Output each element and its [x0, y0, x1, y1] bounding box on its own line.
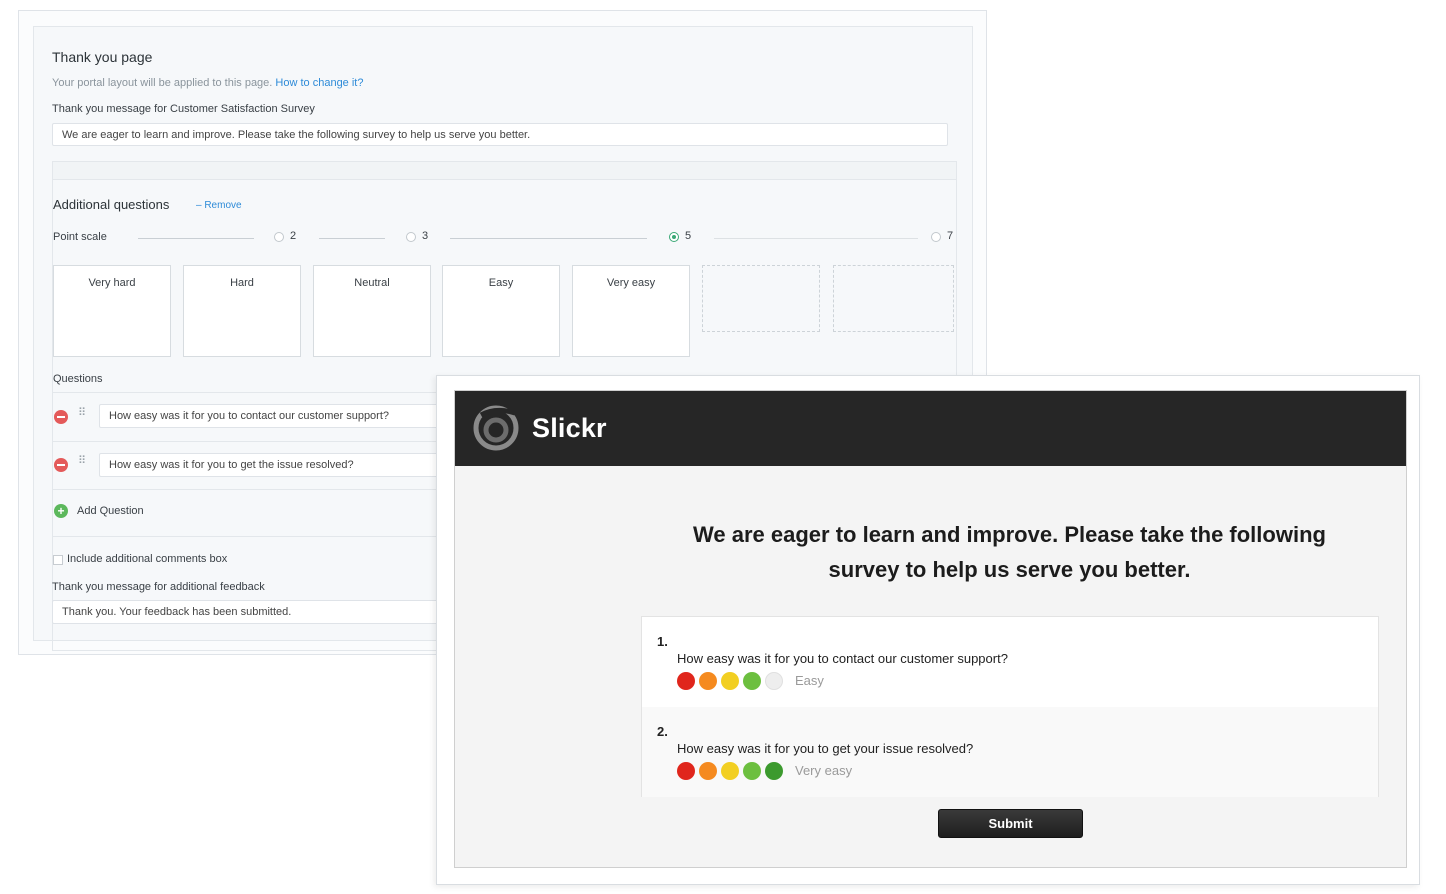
- submit-button[interactable]: Submit: [938, 809, 1083, 838]
- scale-card-very-easy[interactable]: Very easy: [572, 265, 690, 357]
- scale-option-2: 2: [290, 230, 297, 242]
- scale-radio-2[interactable]: [274, 232, 284, 242]
- portal-hint-text: Your portal layout will be applied to th…: [52, 77, 273, 89]
- page-title: Thank you page: [52, 49, 153, 65]
- question-number-1: 1.: [657, 634, 668, 649]
- question-field-1[interactable]: How easy was it for you to contact our c…: [99, 404, 459, 428]
- rating-dot-3[interactable]: [721, 762, 739, 780]
- rating-label-1: Easy: [795, 673, 824, 688]
- row-divider: [53, 392, 453, 393]
- remove-question-icon[interactable]: [54, 410, 68, 424]
- message-label: Thank you message for Customer Satisfact…: [52, 103, 315, 115]
- scale-option-3: 3: [422, 230, 429, 242]
- feedback-message-field[interactable]: Thank you. Your feedback has been submit…: [52, 600, 462, 624]
- add-question-icon[interactable]: +: [54, 504, 68, 518]
- scale-radio-5[interactable]: [669, 232, 679, 242]
- scale-card-hard[interactable]: Hard: [183, 265, 301, 357]
- survey-preview-window: Slickr We are eager to learn and improve…: [436, 375, 1420, 885]
- survey-questions-card: 1. How easy was it for you to contact ou…: [641, 616, 1379, 797]
- drag-handle-icon[interactable]: ⠿: [78, 456, 86, 467]
- scale-option-5: 5: [685, 230, 692, 242]
- rating-label-2: Very easy: [795, 763, 853, 778]
- scale-card-easy[interactable]: Easy: [442, 265, 560, 357]
- question-text-1: How easy was it for you to contact our c…: [677, 651, 1008, 666]
- question-field-2[interactable]: How easy was it for you to get the issue…: [99, 453, 459, 477]
- scale-track: [138, 238, 254, 239]
- slickr-logo-icon: [473, 405, 519, 451]
- rating-dot-2[interactable]: [699, 672, 717, 690]
- scale-card-placeholder: [702, 265, 820, 332]
- rating-dot-4[interactable]: [743, 762, 761, 780]
- feedback-label: Thank you message for additional feedbac…: [52, 581, 265, 593]
- survey-preview-frame: Slickr We are eager to learn and improve…: [454, 390, 1407, 868]
- add-question-button[interactable]: Add Question: [77, 505, 144, 517]
- scale-card-very-hard[interactable]: Very hard: [53, 265, 171, 357]
- rating-dot-2[interactable]: [699, 762, 717, 780]
- questions-label: Questions: [53, 373, 103, 385]
- scale-card-placeholder: [833, 265, 954, 332]
- headline-line-1: We are eager to learn and improve. Pleas…: [693, 522, 1326, 547]
- preview-header-bar: Slickr: [455, 391, 1406, 466]
- include-comments-checkbox[interactable]: [53, 555, 63, 565]
- remove-question-icon[interactable]: [54, 458, 68, 472]
- rating-dot-5[interactable]: [765, 762, 783, 780]
- scale-card-neutral[interactable]: Neutral: [313, 265, 431, 357]
- rating-dot-1[interactable]: [677, 672, 695, 690]
- scale-track: [450, 238, 647, 239]
- question-number-2: 2.: [657, 724, 668, 739]
- survey-headline: We are eager to learn and improve. Pleas…: [641, 517, 1378, 587]
- scale-radio-3[interactable]: [406, 232, 416, 242]
- scale-track: [319, 238, 385, 239]
- scale-radio-7[interactable]: [931, 232, 941, 242]
- rating-dot-4[interactable]: [743, 672, 761, 690]
- drag-handle-icon[interactable]: ⠿: [78, 408, 86, 419]
- scale-option-7: 7: [947, 230, 954, 242]
- include-comments-label: Include additional comments box: [67, 553, 228, 565]
- question-text-2: How easy was it for you to get your issu…: [677, 741, 974, 756]
- rating-dot-5[interactable]: [765, 672, 783, 690]
- rating-dot-3[interactable]: [721, 672, 739, 690]
- portal-hint: Your portal layout will be applied to th…: [52, 77, 363, 89]
- row-divider: [53, 441, 453, 442]
- rating-dot-1[interactable]: [677, 762, 695, 780]
- section-divider: [52, 161, 957, 180]
- remove-link[interactable]: – Remove: [196, 200, 242, 211]
- brand-name: Slickr: [532, 413, 607, 443]
- scale-track: [714, 238, 918, 239]
- additional-questions-title: Additional questions: [53, 197, 170, 212]
- how-to-change-link[interactable]: How to change it?: [275, 77, 363, 89]
- row-divider: [53, 489, 453, 490]
- headline-line-2: survey to help us serve you better.: [828, 557, 1191, 582]
- point-scale-label: Point scale: [53, 231, 107, 243]
- thank-you-message-field[interactable]: We are eager to learn and improve. Pleas…: [52, 123, 948, 146]
- row-divider: [53, 536, 453, 537]
